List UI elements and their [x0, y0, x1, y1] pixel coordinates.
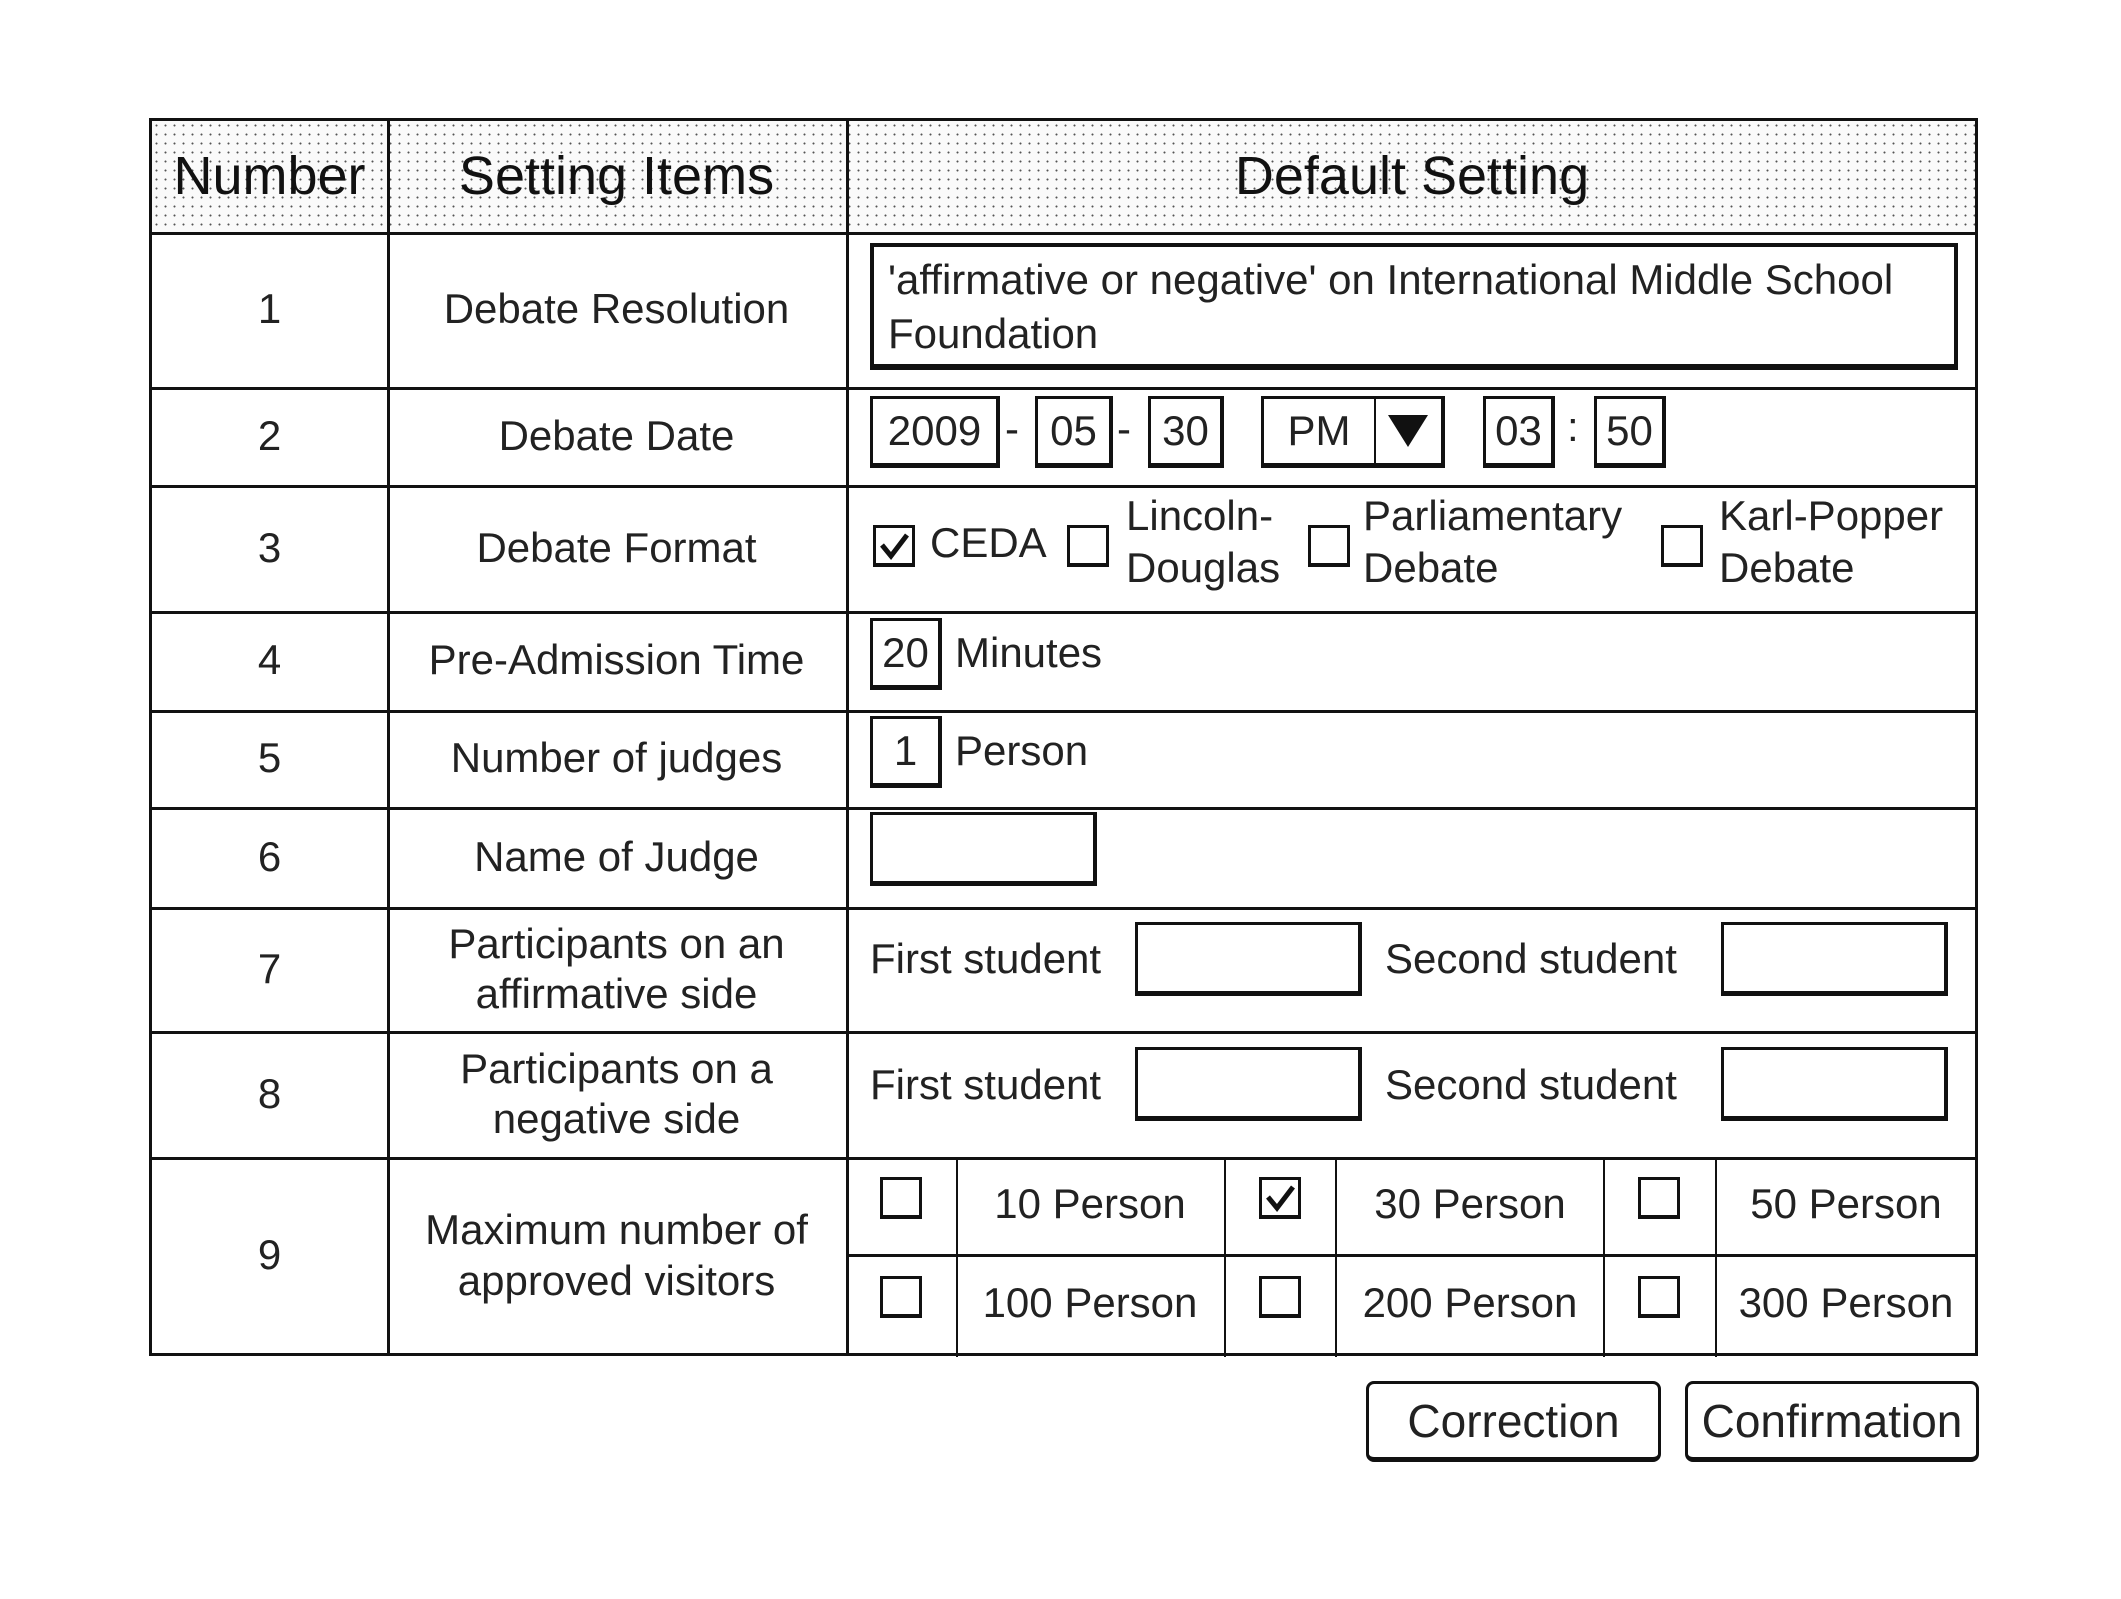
label-line: Debate [1719, 544, 1855, 591]
negative-first-student-label: First student [870, 1061, 1102, 1108]
visitors-300-checkbox[interactable] [1638, 1276, 1680, 1318]
label-line: approved visitors [457, 1256, 776, 1304]
negative-second-student-label: Second student [1385, 1061, 1677, 1108]
row-number: 6 [257, 832, 282, 880]
column-divider [846, 121, 849, 1356]
visitors-200-label: 200 Person [1362, 1279, 1578, 1327]
affirmative-second-student-label: Second student [1385, 935, 1677, 982]
row-number: 9 [257, 1231, 282, 1279]
negative-first-student-field[interactable] [1135, 1047, 1362, 1121]
label-line: Lincoln- [1126, 492, 1274, 539]
row-number: 3 [257, 523, 282, 571]
format-lincoln-douglas-label: Lincoln- Douglas [1126, 490, 1280, 594]
visitors-10-label: 10 Person [994, 1180, 1186, 1228]
select-divider [1374, 399, 1376, 463]
visitors-200-checkbox[interactable] [1259, 1276, 1301, 1318]
time-hour-field[interactable]: 03 [1483, 396, 1555, 468]
judge-name-field[interactable] [870, 812, 1097, 886]
row-number: 1 [257, 285, 282, 333]
visitors-100-checkbox[interactable] [880, 1276, 922, 1318]
ampm-select[interactable]: PM [1261, 396, 1445, 468]
visitors-100-label: 100 Person [982, 1279, 1198, 1327]
setting-label-pre-admission-time: Pre-Admission Time [428, 636, 805, 684]
label-line: negative side [492, 1095, 741, 1142]
row-number: 5 [257, 734, 282, 782]
setting-label-debate-format: Debate Format [476, 523, 757, 571]
visitors-50-label: 50 Person [1750, 1180, 1942, 1228]
label-line: Douglas [1126, 544, 1281, 591]
format-parliamentary-label: Parliamentary Debate [1363, 490, 1622, 594]
setting-label-debate-resolution: Debate Resolution [443, 285, 790, 333]
affirmative-second-student-field[interactable] [1721, 922, 1948, 996]
setting-label-max-visitors: Maximum number of approved visitors [387, 1157, 846, 1354]
visitors-50-checkbox[interactable] [1638, 1177, 1680, 1219]
row-number: 7 [257, 944, 282, 992]
row-number: 4 [257, 636, 282, 684]
date-month-field[interactable]: 05 [1035, 396, 1113, 468]
label-line: Participants on a [460, 1044, 773, 1092]
date-separator: - [1117, 405, 1131, 452]
format-lincoln-douglas-checkbox[interactable] [1067, 525, 1109, 567]
label-line: Maximum number of [425, 1206, 808, 1254]
format-ceda-checkbox[interactable] [873, 525, 915, 567]
time-minute-field[interactable]: 50 [1594, 396, 1666, 468]
label-line: Karl-Popper [1719, 492, 1944, 539]
visitors-30-label: 30 Person [1374, 1180, 1566, 1228]
label-line: Parliamentary [1363, 492, 1623, 539]
label-line: Participants on an [448, 919, 785, 967]
time-separator: : [1567, 403, 1579, 450]
ampm-value: PM [1287, 407, 1351, 454]
setting-label-negative-participants: Participants on a negative side [387, 1031, 846, 1157]
visitors-30-checkbox[interactable] [1259, 1177, 1301, 1219]
date-day-field[interactable]: 30 [1148, 396, 1224, 468]
visitors-grid-divider [1224, 1157, 1226, 1357]
correction-button[interactable]: Correction [1366, 1381, 1661, 1462]
label-line: Debate [1363, 544, 1499, 591]
confirmation-button[interactable]: Confirmation [1685, 1381, 1979, 1462]
date-separator: - [1005, 405, 1019, 452]
date-year-field[interactable]: 2009 [870, 396, 1000, 468]
header-number: Number [173, 146, 366, 207]
header-default-setting: Default Setting [1234, 146, 1590, 207]
chevron-down-icon[interactable] [1386, 413, 1430, 449]
setting-label-debate-date: Debate Date [498, 411, 735, 459]
setting-label-number-of-judges: Number of judges [450, 734, 783, 782]
format-karl-popper-label: Karl-Popper Debate [1719, 490, 1943, 594]
header-setting-items: Setting Items [458, 146, 775, 207]
number-of-judges-unit: Person [955, 727, 1089, 774]
pre-admission-time-unit: Minutes [955, 629, 1103, 676]
setting-label-affirmative-participants: Participants on an affirmative side [387, 907, 846, 1031]
affirmative-first-student-label: First student [870, 935, 1102, 982]
format-karl-popper-checkbox[interactable] [1661, 525, 1703, 567]
negative-second-student-field[interactable] [1721, 1047, 1948, 1121]
visitors-10-checkbox[interactable] [880, 1177, 922, 1219]
checkmark-icon [1266, 1185, 1295, 1213]
pre-admission-time-field[interactable]: 20 [870, 618, 942, 690]
setting-label-name-of-judge: Name of Judge [474, 832, 759, 880]
format-ceda-label: CEDA [930, 519, 1047, 566]
debate-resolution-field[interactable]: 'affirmative or negative' on Internation… [870, 243, 1958, 370]
row-number: 2 [257, 411, 282, 459]
format-parliamentary-checkbox[interactable] [1308, 525, 1350, 567]
checkmark-icon [880, 533, 909, 561]
label-line: affirmative side [475, 970, 758, 1017]
visitors-300-label: 300 Person [1738, 1279, 1954, 1327]
row-number: 8 [257, 1069, 282, 1117]
affirmative-first-student-field[interactable] [1135, 922, 1362, 996]
number-of-judges-field[interactable]: 1 [870, 716, 942, 788]
